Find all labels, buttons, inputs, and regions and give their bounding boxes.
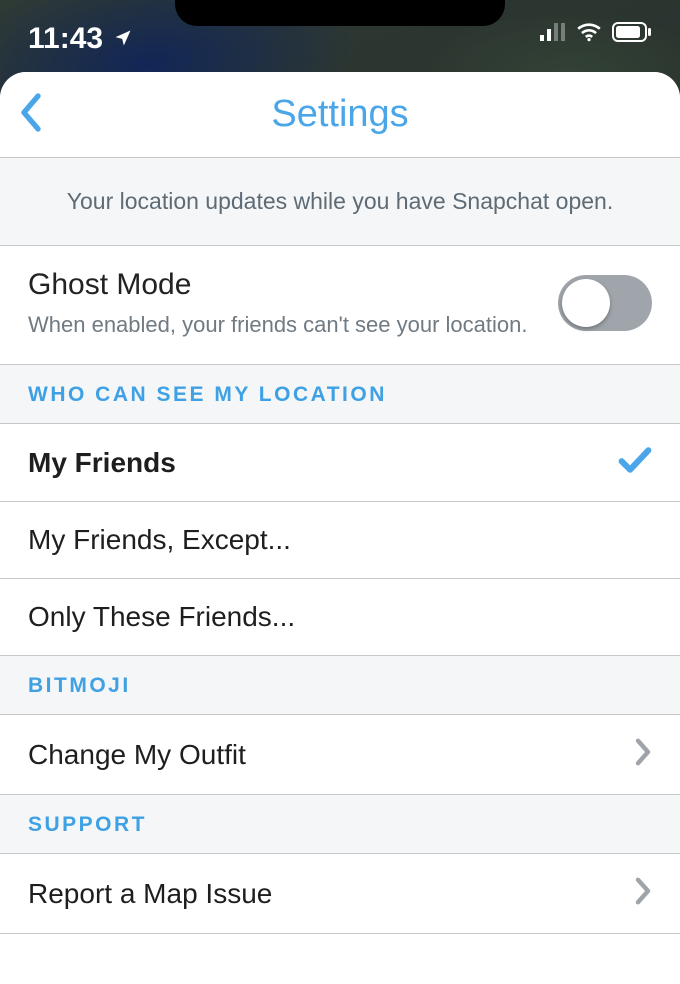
row-label: Report a Map Issue — [28, 878, 272, 910]
section-header-bitmoji: BITMOJI — [0, 656, 680, 715]
checkmark-icon — [618, 446, 652, 479]
back-button[interactable] — [18, 92, 44, 137]
option-my-friends[interactable]: My Friends — [0, 424, 680, 502]
chevron-right-icon — [634, 876, 652, 911]
ghost-mode-row: Ghost Mode When enabled, your friends ca… — [0, 246, 680, 365]
report-map-issue-row[interactable]: Report a Map Issue — [0, 854, 680, 934]
section-header-support: SUPPORT — [0, 795, 680, 854]
status-bar: 11:43 — [0, 0, 680, 70]
page-title: Settings — [271, 93, 408, 136]
row-label: Change My Outfit — [28, 739, 246, 771]
settings-header: Settings — [0, 72, 680, 157]
settings-sheet: Settings Your location updates while you… — [0, 72, 680, 984]
wifi-icon — [576, 22, 602, 47]
chevron-right-icon — [634, 737, 652, 772]
ghost-mode-title: Ghost Mode — [28, 268, 528, 302]
ghost-mode-subtitle: When enabled, your friends can't see you… — [28, 312, 528, 338]
option-label: My Friends, Except... — [28, 524, 291, 556]
ghost-mode-toggle[interactable] — [558, 275, 652, 331]
status-time: 11:43 — [28, 22, 103, 56]
battery-icon — [612, 22, 652, 47]
cellular-icon — [540, 23, 566, 46]
option-only-these-friends[interactable]: Only These Friends... — [0, 579, 680, 656]
option-label: My Friends — [28, 447, 176, 479]
section-header-who: WHO CAN SEE MY LOCATION — [0, 365, 680, 424]
option-label: Only These Friends... — [28, 601, 295, 633]
change-outfit-row[interactable]: Change My Outfit — [0, 715, 680, 795]
option-my-friends-except[interactable]: My Friends, Except... — [0, 502, 680, 579]
location-info-text: Your location updates while you have Sna… — [0, 157, 680, 246]
location-arrow-icon — [113, 22, 133, 56]
